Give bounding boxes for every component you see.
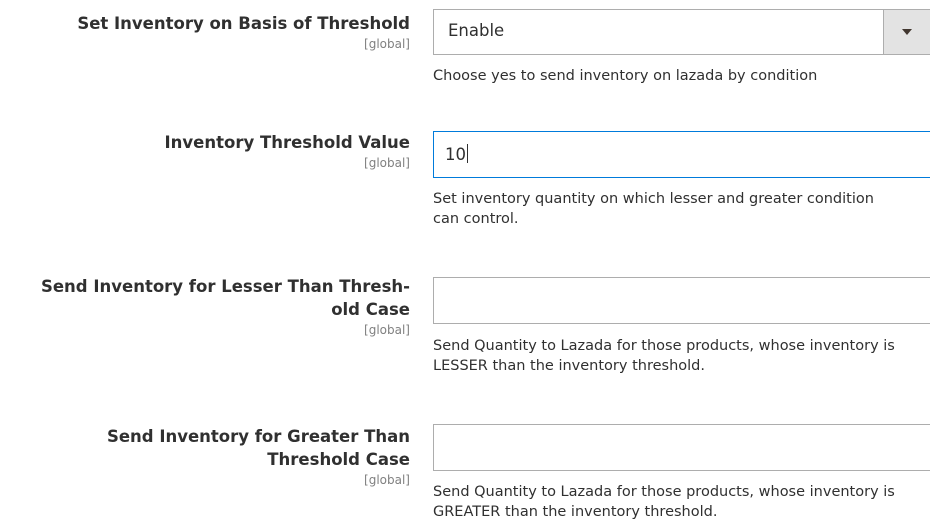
threshold-enable-select[interactable]: Enable xyxy=(433,9,930,55)
select-value: Enable xyxy=(448,21,505,40)
scope-label: [global] xyxy=(364,37,410,51)
field-label-group: Inventory Threshold Value [global] xyxy=(0,131,410,171)
lesser-case-input[interactable] xyxy=(433,277,930,324)
field-label-group: Set Inventory on Basis of Threshold [glo… xyxy=(0,12,410,52)
field-label-line-2: old Case xyxy=(331,300,410,319)
field-label-group: Send Inventory for Lesser Than Thresh- o… xyxy=(0,275,410,338)
scope-label: [global] xyxy=(364,473,410,487)
field-note: Choose yes to send inventory on lazada b… xyxy=(433,68,818,84)
field-label: Set Inventory on Basis of Threshold xyxy=(77,14,410,33)
input-value: 10 xyxy=(445,144,468,164)
scope-label: [global] xyxy=(364,156,410,170)
field-label-line-1: Send Inventory for Lesser Than Thresh- xyxy=(40,277,410,296)
scope-label: [global] xyxy=(364,323,410,337)
field-note: Send Quantity to Lazada for those produc… xyxy=(433,338,895,374)
field-note: Set inventory quantity on which lesser a… xyxy=(433,191,874,227)
greater-case-input[interactable] xyxy=(433,424,930,471)
field-label-group: Send Inventory for Greater Than Threshol… xyxy=(0,425,410,488)
field-label-line-1: Send Inventory for Greater Than xyxy=(106,427,410,446)
threshold-value-input[interactable]: 10 xyxy=(433,131,930,178)
select-toggle-button[interactable] xyxy=(883,10,930,54)
field-note: Send Quantity to Lazada for those produc… xyxy=(433,484,895,520)
field-label-line-2: Threshold Case xyxy=(267,450,410,469)
text-caret xyxy=(467,144,468,163)
chevron-down-icon xyxy=(902,29,912,35)
field-label: Inventory Threshold Value xyxy=(164,133,410,152)
